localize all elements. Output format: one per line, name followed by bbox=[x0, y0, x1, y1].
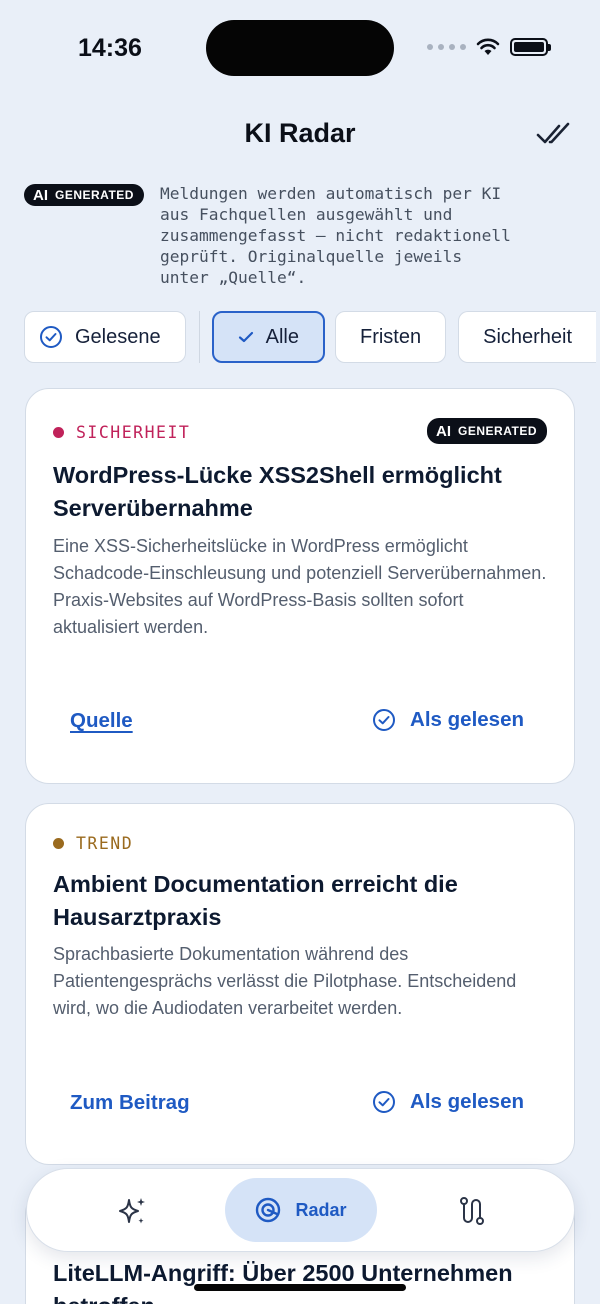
mark-read-label: Als gelesen bbox=[410, 1090, 524, 1113]
ai-notice-text: Meldungen werden automatisch per KI aus … bbox=[160, 184, 511, 287]
category-dot bbox=[53, 427, 64, 438]
filter-chip-label: Alle bbox=[265, 325, 299, 348]
mark-read-label: Als gelesen bbox=[410, 708, 524, 731]
status-time: 14:36 bbox=[78, 34, 142, 62]
ai-mark: AI bbox=[33, 186, 48, 204]
battery-icon bbox=[510, 38, 551, 56]
article-link[interactable]: Zum Beitrag bbox=[70, 1091, 190, 1115]
filter-chip-alle[interactable]: Alle bbox=[211, 311, 325, 363]
card-summary: Eine XSS-Sicherheitslücke in WordPress e… bbox=[53, 536, 547, 637]
signal-icon bbox=[427, 44, 466, 50]
news-card[interactable]: SICHERHEIT AI GENERATED WordPress-Lücke … bbox=[25, 388, 575, 784]
card-title: Ambient Documentation erreicht die Hausa… bbox=[53, 871, 458, 930]
mark-read-button[interactable]: Als gelesen bbox=[372, 708, 524, 732]
home-indicator[interactable] bbox=[194, 1284, 406, 1291]
news-card[interactable]: TREND Ambient Documentation erreicht die… bbox=[25, 803, 575, 1165]
tab-bar: Radar bbox=[26, 1168, 575, 1252]
card-category: TREND bbox=[53, 834, 133, 853]
filter-chip-label: Sicherheit bbox=[483, 325, 573, 348]
double-check-icon[interactable] bbox=[536, 120, 572, 148]
check-circle-icon bbox=[40, 326, 62, 348]
ai-generated-badge: AI GENERATED bbox=[427, 418, 547, 444]
filter-chip-label: Fristen bbox=[359, 325, 422, 348]
page-title: KI Radar bbox=[244, 118, 356, 148]
card-category: SICHERHEIT bbox=[53, 423, 190, 442]
route-icon[interactable] bbox=[455, 1194, 489, 1228]
filter-read-toggle[interactable]: Gelesene bbox=[24, 311, 186, 363]
sparkles-icon[interactable] bbox=[115, 1194, 149, 1228]
ai-mark: AI bbox=[436, 422, 452, 440]
check-icon bbox=[238, 331, 253, 343]
filter-divider bbox=[198, 311, 200, 363]
radar-icon bbox=[256, 1197, 281, 1223]
ai-badge-label: GENERATED bbox=[458, 424, 537, 438]
tab-radar[interactable]: Radar bbox=[225, 1178, 377, 1242]
status-indicators bbox=[427, 38, 551, 56]
check-circle-icon bbox=[373, 1091, 396, 1113]
ai-generated-badge: AI GENERATED bbox=[24, 184, 144, 206]
filter-chip-sicherheit[interactable]: Sicherheit bbox=[458, 311, 597, 363]
source-link[interactable]: Quelle bbox=[70, 709, 133, 733]
tab-radar-label: Radar bbox=[295, 1199, 347, 1220]
category-label: TREND bbox=[76, 834, 134, 853]
filter-chip-fristen[interactable]: Fristen bbox=[334, 311, 447, 363]
category-label: SICHERHEIT bbox=[76, 423, 191, 442]
dynamic-island bbox=[206, 20, 394, 76]
category-dot bbox=[53, 838, 64, 849]
card-title: LiteLLM-Angriff: Über 2500 Unternehmen b… bbox=[53, 1260, 513, 1304]
check-circle-icon bbox=[373, 709, 396, 731]
card-summary: Sprachbasierte Dokumentation während des… bbox=[53, 944, 517, 1018]
ai-badge-label: GENERATED bbox=[55, 188, 134, 202]
filter-read-label: Gelesene bbox=[75, 325, 161, 348]
card-title: WordPress-Lücke XSS2Shell ermöglicht Ser… bbox=[53, 462, 502, 521]
filter-bar: Gelesene Alle Fristen Sicherheit bbox=[24, 311, 600, 363]
mark-read-button[interactable]: Als gelesen bbox=[372, 1090, 524, 1114]
wifi-icon bbox=[476, 38, 500, 55]
